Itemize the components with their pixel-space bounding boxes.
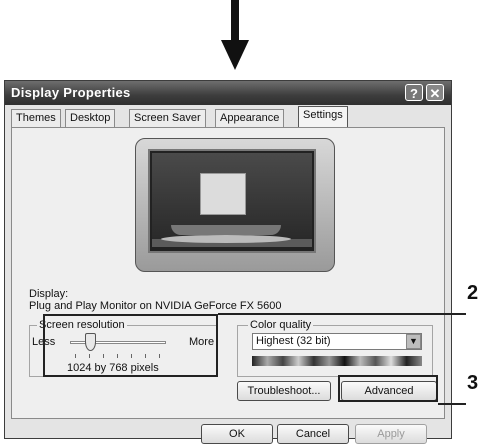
arrow-down-icon-head [221, 40, 249, 70]
callout-3-number: 3 [467, 372, 479, 394]
ok-button[interactable]: OK [201, 424, 273, 444]
help-button[interactable]: ? [405, 84, 423, 101]
apply-button[interactable]: Apply [355, 424, 427, 444]
callout-2-highlight [43, 314, 218, 377]
chevron-down-icon[interactable]: ▼ [406, 334, 421, 349]
preview-window [200, 173, 246, 215]
callout-3-highlight [338, 375, 438, 402]
color-quality-preview-bar [252, 356, 422, 366]
monitor-preview [135, 138, 335, 272]
display-value: Plug and Play Monitor on NVIDIA GeForce … [29, 300, 282, 312]
color-quality-label: Color quality [248, 319, 314, 331]
window-title: Display Properties [11, 85, 131, 100]
tab-screen-saver[interactable]: Screen Saver [129, 109, 206, 127]
troubleshoot-button[interactable]: Troubleshoot... [237, 381, 331, 401]
tab-appearance[interactable]: Appearance [215, 109, 285, 127]
cancel-button[interactable]: Cancel [277, 424, 349, 444]
title-bar[interactable]: Display Properties ? ✕ [5, 81, 451, 105]
tab-themes[interactable]: Themes [11, 109, 61, 127]
callout-2-number: 2 [467, 282, 479, 304]
monitor-stand [171, 225, 281, 235]
close-button[interactable]: ✕ [426, 84, 444, 101]
arrow-down-icon [231, 0, 239, 44]
callout-3-line [438, 403, 466, 405]
tab-settings[interactable]: Settings [298, 106, 348, 128]
monitor-base [161, 235, 291, 243]
tab-desktop[interactable]: Desktop [65, 109, 116, 127]
display-label: Display: [29, 288, 69, 300]
color-quality-select[interactable]: Highest (32 bit) [252, 333, 422, 350]
callout-2-line [218, 313, 466, 315]
